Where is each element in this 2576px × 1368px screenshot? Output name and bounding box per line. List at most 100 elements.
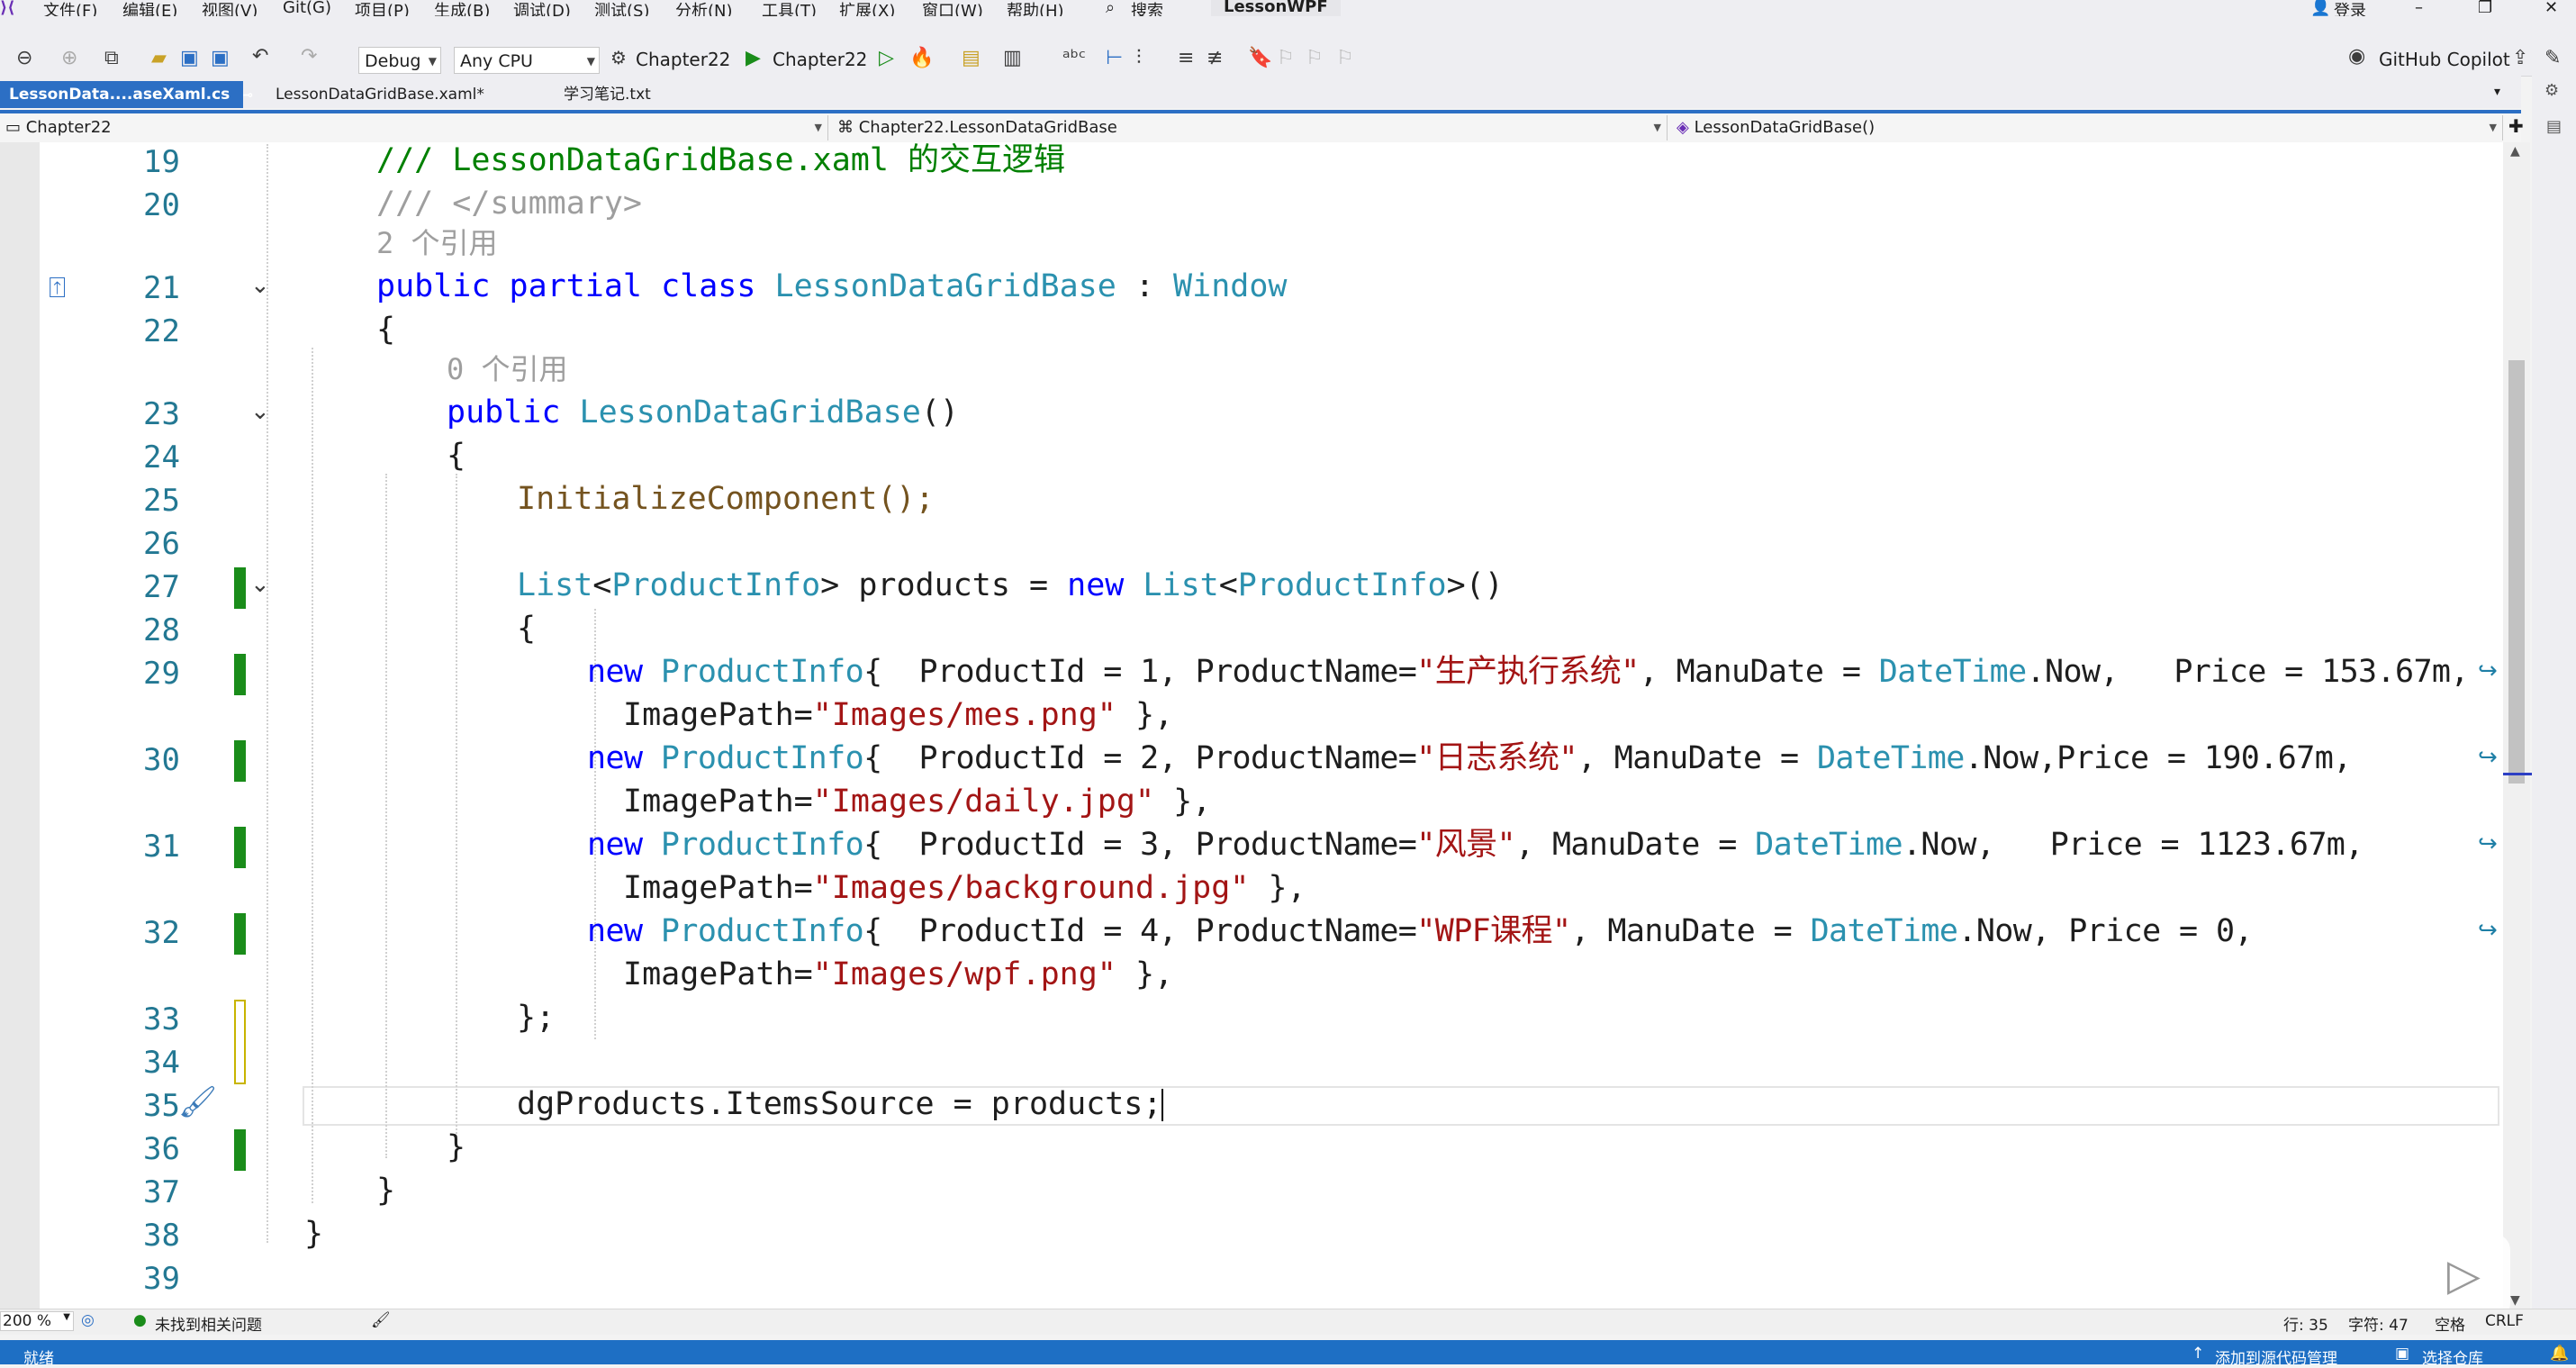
back-icon[interactable]: ⊖ bbox=[16, 47, 32, 69]
hot-reload-icon[interactable]: 🔥 bbox=[909, 47, 934, 69]
line-number: 25 bbox=[143, 483, 180, 519]
redo-icon[interactable]: ↷ bbox=[301, 45, 317, 68]
gear-icon: ⚙ bbox=[610, 47, 627, 68]
copilot-button[interactable]: GitHub Copilot bbox=[2379, 49, 2510, 70]
forward-icon[interactable]: ⊕ bbox=[61, 47, 77, 69]
undo-icon[interactable]: ↶ bbox=[252, 45, 268, 68]
close-button[interactable]: ✕ bbox=[2544, 0, 2558, 17]
scrollbar-thumb[interactable] bbox=[2508, 360, 2525, 784]
keyword: new bbox=[587, 654, 643, 690]
spell-check-icon[interactable]: ᵃᵇᶜ bbox=[1062, 47, 1086, 69]
brace: } bbox=[304, 1216, 324, 1252]
type: ProductInfo bbox=[611, 567, 821, 603]
pin-icon[interactable]: ⊸ bbox=[242, 88, 253, 103]
code-line-28: { bbox=[517, 609, 536, 648]
issues-status[interactable]: 未找到相关问题 bbox=[155, 1312, 262, 1335]
platform-value: Any CPU bbox=[460, 51, 533, 71]
save-all-icon[interactable]: ▣ bbox=[211, 47, 230, 69]
brace: } bbox=[447, 1129, 466, 1165]
diagnostic-tools-icon[interactable]: ▤ bbox=[2546, 117, 2562, 136]
uncomment-icon[interactable]: ≢ bbox=[1207, 47, 1223, 69]
config-select[interactable]: Debug ▼ bbox=[358, 47, 441, 74]
codelens-references[interactable]: 0 个引用 bbox=[447, 349, 568, 389]
line-number: 38 bbox=[143, 1218, 180, 1254]
fold-toggle[interactable]: ⌄ bbox=[250, 272, 270, 299]
code-text: ImagePath= bbox=[623, 697, 813, 733]
code-text: , ManuDate = bbox=[1639, 654, 1879, 690]
layout-icon[interactable]: ▥ bbox=[1003, 47, 1022, 69]
fold-toggle[interactable]: ⌄ bbox=[250, 398, 270, 425]
tab-overflow-icon[interactable]: ▾ bbox=[2494, 85, 2500, 99]
maximize-button[interactable]: ❐ bbox=[2478, 0, 2492, 17]
save-icon[interactable]: ▣ bbox=[180, 47, 199, 69]
split-editor-icon[interactable]: ✚ bbox=[2508, 115, 2524, 137]
comment-icon[interactable]: ≡ bbox=[1178, 47, 1194, 69]
platform-select[interactable]: Any CPU ▼ bbox=[454, 47, 600, 74]
member-select[interactable]: ◈ LessonDataGridBase() ▼ bbox=[1671, 115, 2503, 140]
add-source-control-button[interactable]: 添加到源代码管理 bbox=[2215, 1345, 2337, 1368]
type: ProductInfo bbox=[1237, 567, 1447, 603]
code-text: , ManuDate = bbox=[1570, 913, 1811, 949]
share-icon[interactable]: ⇪ bbox=[2512, 47, 2528, 69]
vs-logo-icon[interactable]: ⟩⟨ bbox=[0, 0, 14, 17]
change-marker-unsaved bbox=[234, 1000, 246, 1084]
quick-action-brush-icon[interactable]: 🖌 bbox=[178, 1084, 217, 1120]
cursor-column: 字符: 47 bbox=[2348, 1317, 2409, 1335]
project-select[interactable]: ▭ Chapter22 ▼ bbox=[0, 115, 828, 140]
line-number: 39 bbox=[143, 1261, 180, 1297]
feedback-icon[interactable]: ✎ bbox=[2544, 47, 2561, 69]
code-line-37: } bbox=[376, 1171, 395, 1210]
code-text: .Now, Price = 1123.67m, bbox=[1902, 827, 2364, 863]
next-bookmark-icon[interactable]: ⚐ bbox=[1306, 47, 1324, 69]
search-icon[interactable]: ⌕ bbox=[1106, 0, 1115, 17]
code-text: { ProductId = 4, ProductName= bbox=[863, 913, 1417, 949]
brace: } bbox=[376, 1173, 396, 1209]
new-project-icon[interactable]: ⧉ bbox=[104, 47, 119, 69]
select-repository-button[interactable]: 选择仓库 bbox=[2422, 1345, 2483, 1368]
indent-mode[interactable]: 空格 bbox=[2435, 1312, 2465, 1335]
class-select[interactable]: ⌘ Chapter22.LessonDataGridBase ▼ bbox=[832, 115, 1668, 140]
scroll-up-icon[interactable]: ▲ bbox=[2510, 144, 2520, 159]
prev-bookmark-icon[interactable]: ⚐ bbox=[1277, 47, 1295, 69]
zoom-select[interactable]: 200 % ▼ bbox=[0, 1311, 74, 1331]
run-target-button[interactable]: Chapter22 bbox=[773, 49, 867, 70]
tab-code-behind[interactable]: LessonData....aseXaml.cs ⊸ bbox=[0, 81, 253, 108]
start-without-debug-icon[interactable]: ▷ bbox=[879, 47, 894, 69]
brush-icon[interactable]: 🖌 bbox=[371, 1311, 391, 1329]
tab-notes[interactable]: 学习笔记.txt bbox=[555, 81, 672, 108]
browser-icon[interactable]: ▤ bbox=[962, 47, 981, 69]
fold-toggle[interactable]: ⌄ bbox=[250, 571, 270, 598]
tab-xaml[interactable]: LessonDataGridBase.xaml* bbox=[267, 81, 528, 108]
line-ending[interactable]: CRLF bbox=[2485, 1312, 2524, 1330]
hierarchy-icon[interactable]: ⫶ bbox=[1136, 47, 1142, 69]
settings-gear-icon[interactable]: ⚙ bbox=[2544, 81, 2559, 100]
change-marker bbox=[234, 740, 246, 782]
project-value: Chapter22 bbox=[25, 118, 112, 137]
intellicode-icon[interactable]: ◎ bbox=[81, 1311, 95, 1329]
codelens-references[interactable]: 2 个引用 bbox=[376, 223, 498, 263]
user-icon[interactable]: 👤 bbox=[2310, 0, 2330, 17]
check-icon: ● bbox=[133, 1311, 147, 1329]
menu-git[interactable]: Git(G) bbox=[283, 0, 331, 17]
repo-icon: ▣ bbox=[2395, 1345, 2410, 1363]
align-icon[interactable]: ⊢ bbox=[1106, 47, 1123, 69]
open-folder-icon[interactable]: ▰ bbox=[151, 47, 167, 69]
notification-bell-icon[interactable]: 🔔 bbox=[2550, 1345, 2569, 1363]
start-debug-icon[interactable]: ▶ bbox=[746, 47, 761, 69]
scroll-down-icon[interactable]: ▼ bbox=[2510, 1293, 2520, 1308]
change-marker bbox=[234, 827, 246, 868]
video-play-button[interactable]: ▷ bbox=[2413, 1234, 2510, 1319]
punct: < bbox=[1218, 567, 1238, 603]
type: ProductInfo bbox=[660, 740, 864, 776]
clear-bookmark-icon[interactable]: ⚐ bbox=[1336, 47, 1354, 69]
bookmark-icon[interactable]: 🔖 bbox=[1248, 47, 1272, 69]
code-text: ImagePath= bbox=[623, 870, 813, 906]
tab-label: 学习笔记.txt bbox=[564, 86, 651, 104]
code-text: }, bbox=[1154, 784, 1212, 820]
indent-guide bbox=[267, 144, 268, 1243]
code-line-33: }; bbox=[517, 998, 555, 1037]
implements-icon[interactable]: ⍐ bbox=[49, 270, 66, 305]
minimize-button[interactable]: – bbox=[2415, 0, 2423, 17]
startup-project-select[interactable]: Chapter22 bbox=[636, 49, 730, 70]
string: "Images/wpf.png" bbox=[812, 956, 1116, 992]
